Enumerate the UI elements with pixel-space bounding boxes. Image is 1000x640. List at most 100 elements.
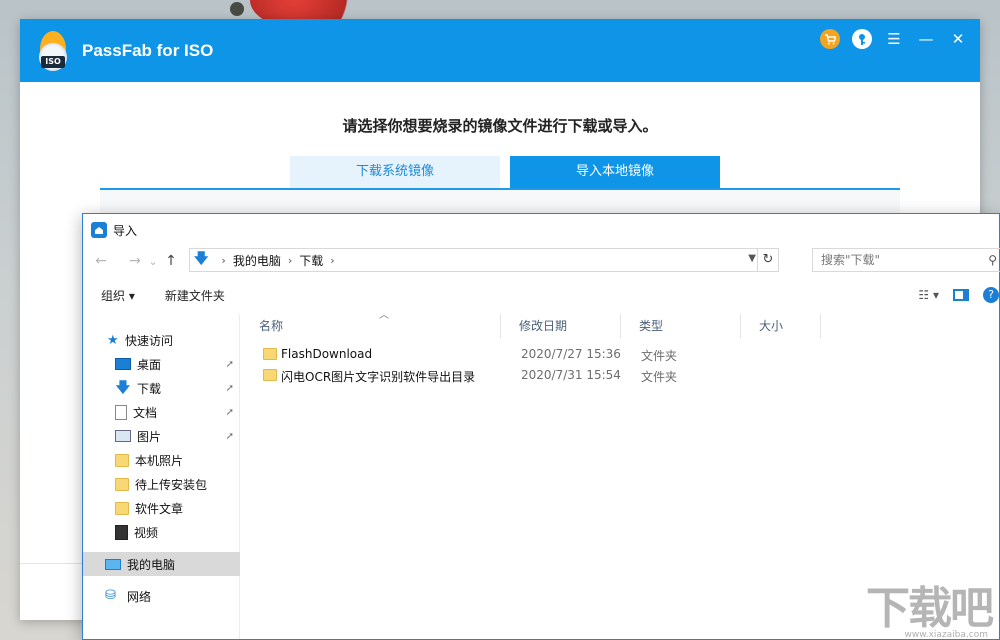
desktop-icon [115, 358, 131, 370]
file-type: 文件夹 [641, 370, 678, 384]
address-bar[interactable]: 🡇 › 我的电脑 › 下载 › ▼ ↻ [189, 248, 779, 272]
table-row[interactable]: FlashDownload 2020/7/27 15:36 文件夹 [241, 344, 1000, 365]
app-title: PassFab for ISO [82, 40, 214, 60]
folder-icon [115, 453, 129, 467]
sidebar-item-label: 我的电脑 [127, 557, 176, 572]
pin-icon: ➚ [225, 430, 234, 442]
folder-icon [263, 348, 277, 360]
sidebar-item-desktop[interactable]: 桌面 ➚ [83, 352, 240, 376]
breadcrumb-separator: › [287, 253, 293, 267]
picture-icon [115, 430, 131, 442]
sidebar-item-label: 待上传安装包 [135, 477, 208, 492]
sidebar-item-label: 软件文章 [135, 501, 184, 516]
dialog-toolbar: 组织 ▾ 新建文件夹 ☷ ▾ ? [83, 276, 999, 314]
sidebar-item-label: 网络 [127, 589, 152, 604]
file-date: 2020/7/31 15:54 [521, 368, 621, 382]
sidebar-item-label: 视频 [134, 525, 159, 540]
column-label: 名称 [259, 319, 284, 333]
app-tabs: 下载系统镜像 导入本地镜像 [100, 156, 900, 190]
sidebar-item-label: 图片 [137, 429, 162, 444]
wallpaper-bud [230, 2, 244, 16]
computer-icon [105, 558, 121, 570]
forward-arrow-icon[interactable]: → [123, 253, 147, 269]
tab-import-local-image[interactable]: 导入本地镜像 [510, 156, 720, 188]
column-header-name[interactable]: ︿ 名称 [241, 310, 501, 338]
sidebar-item-this-pc[interactable]: 我的电脑 [83, 552, 240, 576]
toolbar-right: ☷ ▾ ? [918, 287, 999, 303]
sidebar-item-quick-access[interactable]: ★ 快速访问 [83, 328, 240, 352]
navigation-bar: ← → ⌄ ↑ 🡇 › 我的电脑 › 下载 › ▼ ↻ 搜索"下载" ⚲ [83, 246, 1000, 276]
site-watermark: 下载吧 [866, 583, 994, 634]
search-icon: ⚲ [988, 253, 997, 267]
file-date: 2020/7/27 15:36 [521, 347, 621, 361]
document-icon [115, 404, 127, 420]
video-icon [115, 524, 128, 540]
sidebar-item-network[interactable]: ⛁ 网络 [83, 584, 240, 608]
column-header-size[interactable]: 大小 [741, 314, 821, 338]
file-type: 文件夹 [641, 349, 678, 363]
search-input[interactable]: 搜索"下载" ⚲ [812, 248, 1000, 272]
app-heading: 请选择你想要烧录的镜像文件进行下载或导入。 [342, 117, 658, 135]
dialog-title: 导入 [113, 223, 138, 238]
column-header-type[interactable]: 类型 [621, 314, 741, 338]
search-placeholder: 搜索"下载" [821, 253, 881, 267]
folder-icon [115, 477, 129, 491]
breadcrumb-downloads[interactable]: 下载 [299, 252, 323, 269]
tab-download-system-image[interactable]: 下载系统镜像 [290, 156, 500, 188]
star-icon: ★ [107, 332, 119, 348]
address-dropdown-icon[interactable]: ▼ [748, 253, 756, 264]
column-header-date[interactable]: 修改日期 [501, 314, 621, 338]
sidebar-item-label: 快速访问 [125, 333, 174, 348]
refresh-icon[interactable]: ↻ [757, 248, 779, 272]
dialog-body: ★ 快速访问 桌面 ➚ 🡇 下载 ➚ 文档 ➚ 图片 ➚ 本机照片 待上传安装包… [83, 310, 1000, 639]
file-name: FlashDownload [281, 347, 373, 361]
key-icon[interactable] [852, 29, 872, 49]
sidebar-item-pictures[interactable]: 图片 ➚ [83, 424, 240, 448]
folder-icon [263, 369, 277, 381]
sidebar-item-videos[interactable]: 视频 [83, 520, 240, 544]
cart-icon[interactable] [820, 29, 840, 49]
download-folder-icon: 🡇 [194, 251, 209, 267]
sidebar-item-downloads[interactable]: 🡇 下载 ➚ [83, 376, 240, 400]
minimize-icon[interactable]: — [916, 29, 936, 49]
dialog-app-icon [91, 222, 107, 238]
breadcrumb-separator: › [221, 253, 226, 267]
pin-icon: ➚ [225, 382, 234, 394]
sidebar-item-local-photos[interactable]: 本机照片 [83, 448, 240, 472]
import-dialog: 导入 ← → ⌄ ↑ 🡇 › 我的电脑 › 下载 › ▼ ↻ 搜索"下载" ⚲ … [82, 213, 1000, 640]
download-icon: 🡇 [115, 380, 131, 396]
navigation-pane: ★ 快速访问 桌面 ➚ 🡇 下载 ➚ 文档 ➚ 图片 ➚ 本机照片 待上传安装包… [83, 314, 240, 639]
passfab-logo: ISO [36, 30, 70, 71]
sidebar-item-label: 本机照片 [135, 453, 184, 468]
back-arrow-icon[interactable]: ← [89, 253, 113, 269]
logo-badge: ISO [41, 55, 65, 68]
app-titlebar: ISO PassFab for ISO ☰ — ✕ [20, 19, 980, 82]
dialog-titlebar: 导入 [83, 214, 999, 246]
sidebar-item-label: 文档 [133, 405, 158, 420]
organize-button[interactable]: 组织 ▾ [101, 287, 135, 304]
menu-icon[interactable]: ☰ [884, 29, 904, 49]
window-controls: ☰ — ✕ [820, 29, 968, 49]
pin-icon: ➚ [225, 406, 234, 418]
site-watermark-url: www.xiazaiba.com [904, 630, 988, 640]
file-name: 闪电OCR图片文字识别软件导出目录 [281, 370, 476, 384]
pin-icon: ➚ [225, 358, 234, 370]
help-icon[interactable]: ? [983, 287, 999, 303]
sidebar-item-label: 桌面 [137, 357, 162, 372]
breadcrumb-this-pc[interactable]: 我的电脑 [233, 252, 281, 269]
close-icon[interactable]: ✕ [948, 29, 968, 49]
preview-pane-icon[interactable] [953, 289, 969, 301]
sidebar-item-software-articles[interactable]: 软件文章 [83, 496, 240, 520]
network-icon: ⛁ [105, 588, 116, 603]
new-folder-button[interactable]: 新建文件夹 [165, 287, 225, 304]
sidebar-item-documents[interactable]: 文档 ➚ [83, 400, 240, 424]
recent-locations-icon[interactable]: ⌄ [147, 255, 159, 268]
sidebar-item-label: 下载 [137, 381, 162, 396]
view-options-button[interactable]: ☷ ▾ [918, 288, 939, 302]
folder-icon [115, 501, 129, 515]
table-row[interactable]: 闪电OCR图片文字识别软件导出目录 2020/7/31 15:54 文件夹 [241, 365, 1000, 386]
up-arrow-icon[interactable]: ↑ [159, 253, 183, 269]
breadcrumb-separator: › [330, 253, 335, 267]
sort-ascending-icon: ︿ [379, 310, 389, 321]
sidebar-item-pending-packages[interactable]: 待上传安装包 [83, 472, 240, 496]
